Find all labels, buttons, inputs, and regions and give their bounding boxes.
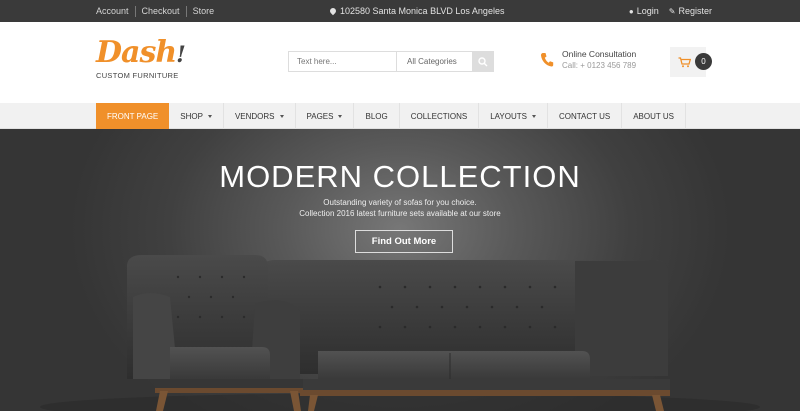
logo-tagline: CUSTOM FURNITURE	[96, 71, 179, 80]
chevron-down-icon	[338, 114, 343, 118]
chevron-down-icon	[207, 114, 212, 118]
hero-subtitle-line-2: Collection 2016 latest furniture sets av…	[299, 209, 501, 218]
top-bar: Account Checkout Store 102580 Santa Moni…	[0, 0, 800, 22]
nav-label: VENDORS	[234, 111, 275, 121]
logo-mark: Dash!	[96, 36, 186, 72]
hero-slider: MODERN COLLECTION Outstanding variety of…	[0, 129, 800, 411]
hero-subtitle-line-1: Outstanding variety of sofas for you cho…	[323, 198, 477, 207]
logo-word: Dash	[96, 35, 177, 70]
nav-item-front-page[interactable]: FRONT PAGE	[96, 103, 170, 129]
register-label: Register	[678, 6, 712, 16]
user-icon: ●	[628, 6, 634, 16]
search-button[interactable]	[472, 52, 493, 71]
nav-label: BLOG	[365, 111, 388, 121]
account-link[interactable]: Account	[96, 6, 135, 17]
nav-item-vendors[interactable]: VENDORS	[224, 103, 296, 129]
cart-count-badge: 0	[695, 53, 712, 70]
nav-label: PAGES	[306, 111, 334, 121]
nav-item-layouts[interactable]: LAYOUTS	[479, 103, 548, 129]
location-pin-icon	[328, 6, 338, 16]
checkout-link[interactable]: Checkout	[134, 5, 186, 17]
login-label: Login	[636, 6, 659, 16]
search-bar: All Categories	[288, 51, 494, 72]
store-link[interactable]: Store	[185, 5, 221, 17]
nav-item-pages[interactable]: PAGES	[296, 103, 355, 129]
search-input[interactable]	[289, 52, 397, 71]
phone-icon	[540, 52, 554, 67]
nav-item-shop[interactable]: SHOP	[169, 103, 224, 129]
nav-label: LAYOUTS	[490, 111, 527, 121]
search-icon	[477, 56, 487, 66]
account-links: Account Checkout Store	[96, 0, 220, 22]
nav-label: CONTACT US	[558, 111, 611, 121]
nav-label: SHOP	[180, 111, 203, 121]
cart-icon	[678, 56, 691, 67]
nav-label: ABOUT US	[633, 111, 674, 121]
consultation-block: Online Consultation Call: + 0123 456 789	[540, 49, 636, 70]
logo-bang: !	[176, 42, 186, 68]
auth-links: ● Login ✎ Register	[629, 0, 712, 22]
pencil-icon: ✎	[668, 6, 676, 16]
site-logo[interactable]: Dash! CUSTOM FURNITURE	[96, 36, 186, 92]
nav-item-about-us[interactable]: ABOUT US	[622, 103, 686, 129]
category-select[interactable]: All Categories	[397, 52, 472, 71]
register-link[interactable]: ✎ Register	[669, 6, 712, 16]
nav-label: COLLECTIONS	[410, 111, 468, 121]
consultation-phone: Call: + 0123 456 789	[562, 61, 637, 70]
nav-item-contact-us[interactable]: CONTACT US	[548, 103, 623, 129]
chevron-down-icon	[531, 114, 536, 118]
cart-button[interactable]: 0	[670, 47, 712, 77]
nav-label: FRONT PAGE	[107, 111, 159, 121]
login-link[interactable]: ● Login	[629, 6, 659, 16]
find-out-more-button[interactable]: Find Out More	[355, 230, 453, 253]
store-address: 102580 Santa Monica BLVD Los Angeles	[328, 0, 505, 22]
address-text: 102580 Santa Monica BLVD Los Angeles	[340, 6, 505, 16]
main-nav: FRONT PAGE SHOP VENDORS PAGES BLOG COLLE…	[0, 103, 800, 129]
nav-item-collections[interactable]: COLLECTIONS	[400, 103, 480, 129]
consultation-title: Online Consultation	[562, 49, 637, 59]
chevron-down-icon	[279, 114, 284, 118]
hero-title: MODERN COLLECTION	[219, 159, 581, 194]
nav-item-blog[interactable]: BLOG	[354, 103, 400, 129]
site-header: Dash! CUSTOM FURNITURE All Categories On…	[0, 22, 800, 103]
